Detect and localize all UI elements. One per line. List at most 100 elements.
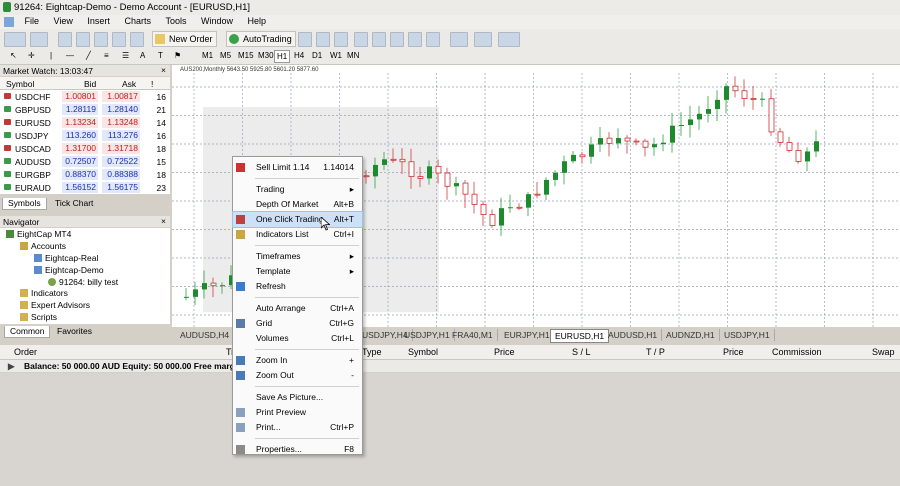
- chart-shift-icon[interactable]: [408, 32, 422, 47]
- menu-item-timeframes[interactable]: Timeframes ▸: [233, 249, 362, 264]
- templates-icon[interactable]: [498, 32, 520, 47]
- menu-item-trading[interactable]: Trading ▸: [233, 182, 362, 197]
- chart-tab-usdjpy-h1-2[interactable]: USDJPY,H1: [720, 329, 775, 341]
- market-watch-icon[interactable]: [58, 32, 72, 47]
- tab-common[interactable]: Common: [4, 326, 51, 338]
- market-watch-row[interactable]: USDCAD 1.31700 1.31718 18: [0, 142, 170, 155]
- line-chart-icon[interactable]: [334, 32, 348, 47]
- cursor-tool-icon[interactable]: ↖: [8, 50, 19, 61]
- chart-window-icon[interactable]: [4, 17, 14, 27]
- col-ask[interactable]: Ask: [122, 79, 136, 89]
- close-icon[interactable]: ×: [161, 65, 166, 75]
- menu-view[interactable]: View: [48, 15, 79, 26]
- menu-tools[interactable]: Tools: [159, 15, 192, 26]
- menu-item-indicators-list[interactable]: Indicators List Ctrl+I: [233, 227, 362, 242]
- menu-item-sell-limit-1-14[interactable]: Sell Limit 1.14 1.14014: [233, 160, 362, 175]
- menu-item-print[interactable]: Print... Ctrl+P: [233, 420, 362, 435]
- terminal-icon[interactable]: [112, 32, 126, 47]
- menu-item-zoom-out[interactable]: Zoom Out -: [233, 368, 362, 383]
- market-watch-row[interactable]: EURGBP 0.88370 0.88388 18: [0, 168, 170, 181]
- chart-tab-fra40-m1[interactable]: FRA40,M1: [448, 329, 498, 341]
- market-watch-row[interactable]: EURAUD 1.56152 1.56175 23: [0, 181, 170, 194]
- market-watch-row[interactable]: EURUSD 1.13234 1.13248 14: [0, 116, 170, 129]
- timeframe-mn[interactable]: MN: [345, 50, 361, 61]
- autoscroll-icon[interactable]: [426, 32, 440, 47]
- zoom-in-toolbar-icon[interactable]: [354, 32, 368, 47]
- market-watch-row[interactable]: USDJPY 113.260 113.276 16: [0, 129, 170, 142]
- col-price[interactable]: Price: [494, 347, 515, 357]
- tree-scripts[interactable]: Scripts: [20, 312, 57, 322]
- new-order-button[interactable]: New Order: [152, 31, 217, 47]
- navigator-icon[interactable]: [94, 32, 108, 47]
- tree-eightcap-mt4[interactable]: EightCap MT4: [6, 229, 71, 239]
- chart-tab-audnzd-h1[interactable]: AUDNZD,H1: [662, 329, 720, 341]
- close-icon[interactable]: ×: [161, 216, 166, 226]
- chart-tab-audusd-h4[interactable]: AUDUSD,H4: [176, 329, 235, 341]
- indicators-icon[interactable]: [450, 32, 468, 47]
- candlestick-icon[interactable]: [316, 32, 330, 47]
- col-tp[interactable]: T / P: [646, 347, 665, 357]
- timeframe-h1[interactable]: H1: [274, 50, 291, 63]
- chart-tab-audusd-h1[interactable]: AUDUSD,H1: [604, 329, 663, 341]
- bar-chart-icon[interactable]: [298, 32, 312, 47]
- horizontal-line-icon[interactable]: —: [64, 50, 76, 61]
- periods-icon[interactable]: [474, 32, 492, 47]
- timeframe-m15[interactable]: M15: [236, 50, 256, 61]
- col-type[interactable]: Type: [362, 347, 382, 357]
- autotrading-button[interactable]: AutoTrading: [226, 31, 296, 47]
- col-symbol[interactable]: Symbol: [6, 79, 34, 89]
- market-watch-row[interactable]: GBPUSD 1.28119 1.28140 21: [0, 103, 170, 116]
- menu-item-one-click-trading[interactable]: One Click Trading Alt+T: [232, 211, 363, 228]
- menu-item-auto-arrange[interactable]: Auto Arrange Ctrl+A: [233, 301, 362, 316]
- zoom-out-toolbar-icon[interactable]: [372, 32, 386, 47]
- vertical-line-icon[interactable]: |: [48, 50, 54, 61]
- profiles-icon[interactable]: [30, 32, 48, 47]
- menu-item-volumes[interactable]: Volumes Ctrl+L: [233, 331, 362, 346]
- tab-tick-chart[interactable]: Tick Chart: [50, 198, 98, 209]
- timeframe-h4[interactable]: H4: [292, 50, 306, 61]
- crosshair-tool-icon[interactable]: ✛: [26, 50, 37, 61]
- menu-item-grid[interactable]: Grid Ctrl+G: [233, 316, 362, 331]
- menu-item-properties[interactable]: Properties... F8: [233, 442, 362, 457]
- menu-file[interactable]: File: [19, 15, 46, 26]
- trendline-icon[interactable]: ╱: [84, 50, 93, 61]
- tree-accounts[interactable]: Accounts: [20, 241, 66, 251]
- market-watch-row[interactable]: USDCHF 1.00801 1.00817 16: [0, 90, 170, 103]
- tab-symbols[interactable]: Symbols: [2, 198, 47, 210]
- timeframe-m1[interactable]: M1: [200, 50, 215, 61]
- timeframe-w1[interactable]: W1: [328, 50, 344, 61]
- tree-indicators[interactable]: Indicators: [20, 288, 68, 298]
- tab-favorites[interactable]: Favorites: [52, 326, 97, 337]
- tester-icon[interactable]: [130, 32, 144, 47]
- tree-expert-advisors[interactable]: Expert Advisors: [20, 300, 90, 310]
- menu-item-depth-of-market[interactable]: Depth Of Market Alt+B: [233, 197, 362, 212]
- menu-insert[interactable]: Insert: [81, 15, 116, 26]
- col-commission[interactable]: Commission: [772, 347, 822, 357]
- channel-icon[interactable]: ≡: [102, 50, 111, 61]
- text-tool-icon[interactable]: A: [138, 50, 147, 61]
- chart-tab-eurusd-h1[interactable]: EURUSD,H1: [550, 329, 610, 343]
- menu-item-template[interactable]: Template ▸: [233, 264, 362, 279]
- tree-account-billy[interactable]: 91264: billy test: [48, 277, 118, 287]
- data-window-icon[interactable]: [76, 32, 90, 47]
- col-bid[interactable]: Bid: [84, 79, 96, 89]
- menu-window[interactable]: Window: [195, 15, 239, 26]
- menu-item-save-as-picture[interactable]: Save As Picture...: [233, 390, 362, 405]
- col-order[interactable]: Order: [14, 347, 37, 357]
- tree-eightcap-demo[interactable]: Eightcap-Demo: [34, 265, 104, 275]
- menu-item-zoom-in[interactable]: Zoom In +: [233, 353, 362, 368]
- fibonacci-icon[interactable]: ☰: [120, 50, 131, 61]
- timeframe-m30[interactable]: M30: [256, 50, 276, 61]
- tile-windows-icon[interactable]: [390, 32, 404, 47]
- col-spread[interactable]: !: [151, 79, 153, 89]
- menu-help[interactable]: Help: [242, 15, 273, 26]
- tree-eightcap-real[interactable]: Eightcap-Real: [34, 253, 98, 263]
- col-swap[interactable]: Swap: [872, 347, 895, 357]
- new-chart-icon[interactable]: [4, 32, 26, 47]
- menu-charts[interactable]: Charts: [118, 15, 157, 26]
- col-sl[interactable]: S / L: [572, 347, 591, 357]
- timeframe-m5[interactable]: M5: [218, 50, 233, 61]
- label-tool-icon[interactable]: T: [156, 50, 165, 61]
- col-symbol[interactable]: Symbol: [408, 347, 438, 357]
- menu-item-refresh[interactable]: Refresh: [233, 279, 362, 294]
